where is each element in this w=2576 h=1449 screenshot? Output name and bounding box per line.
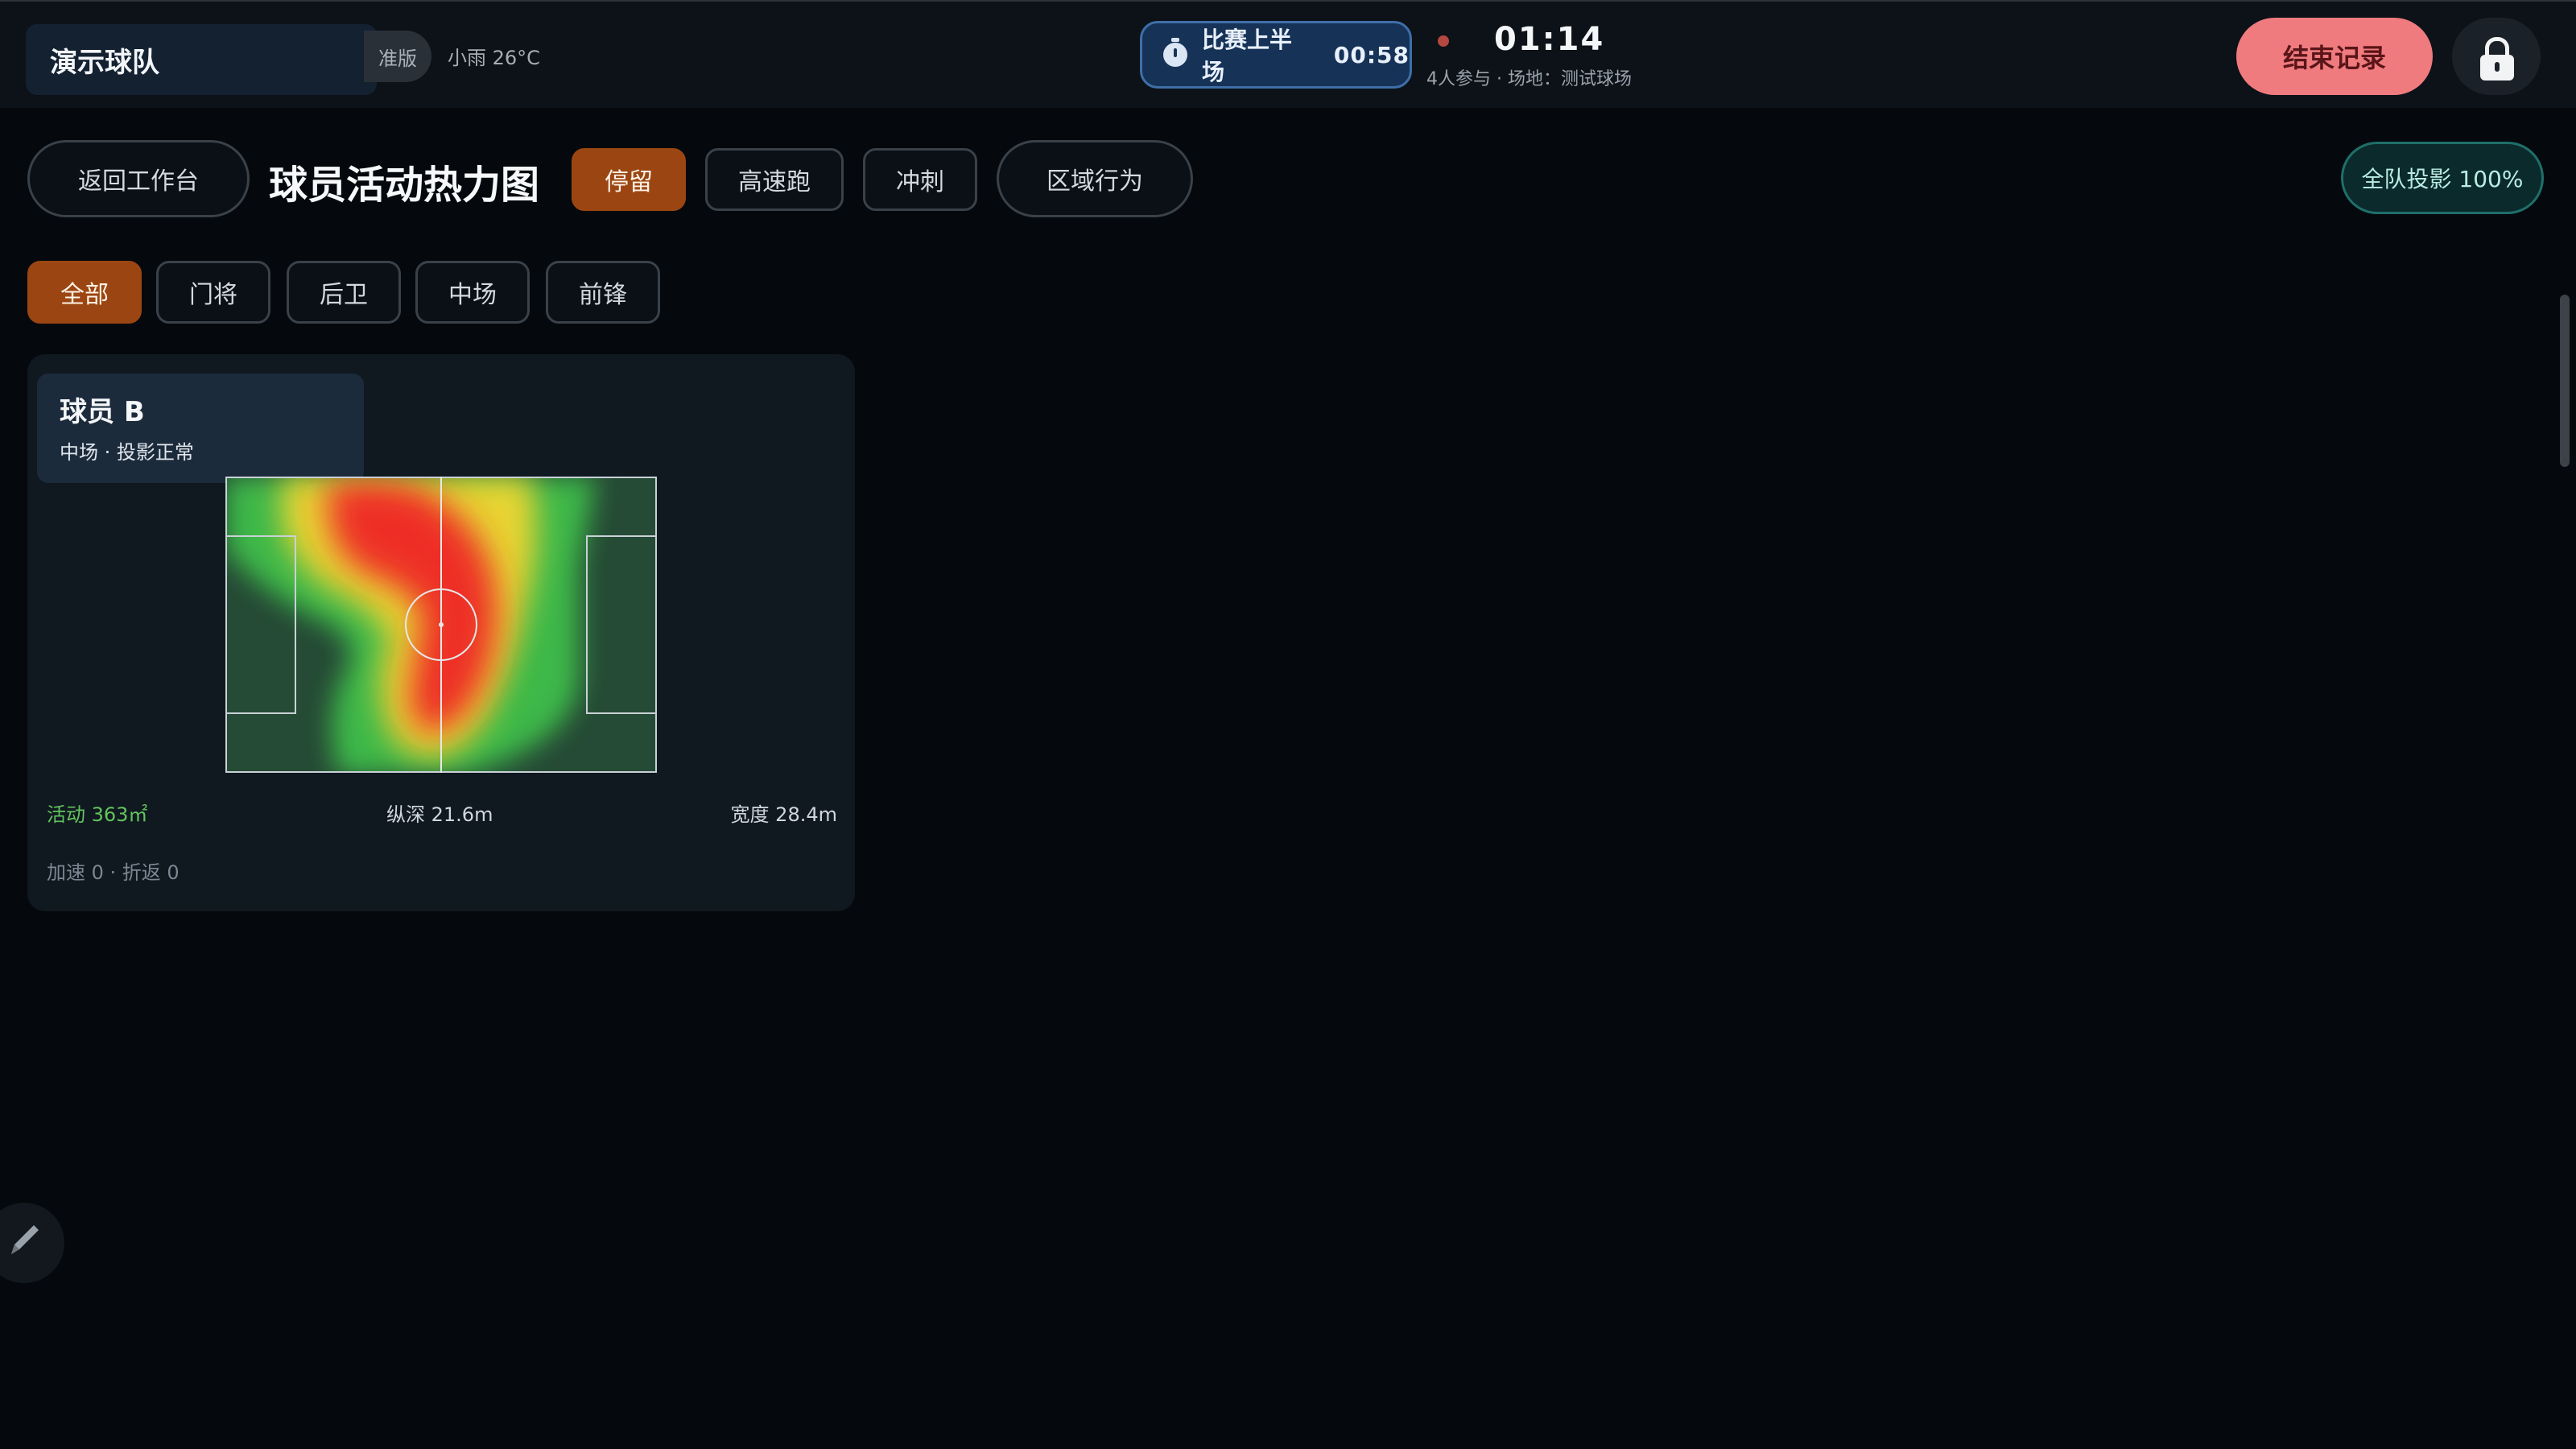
pencil-icon	[11, 1225, 39, 1254]
match-timer-value: 00:58	[1333, 41, 1410, 68]
back-to-workbench-button[interactable]: 返回工作台	[27, 140, 250, 217]
mode-tab-stay[interactable]: 停留	[572, 148, 686, 211]
team-name[interactable]: 演示球队	[26, 24, 377, 95]
filter-forward[interactable]: 前锋	[546, 261, 660, 324]
player-subtitle: 中场 · 投影正常	[60, 441, 194, 464]
lock-icon-keyhole	[2495, 62, 2500, 72]
weather-label: 小雨 26°C	[448, 47, 540, 69]
page-title: 球员活动热力图	[269, 163, 540, 208]
team-projection-button[interactable]: 全队投影 100%	[2341, 142, 2544, 214]
filter-defender[interactable]: 后卫	[287, 261, 401, 324]
activity-area-stat: 活动 363㎡	[47, 803, 148, 826]
match-timer-pill[interactable]: 比赛上半场 00:58	[1140, 21, 1412, 89]
mode-tab-zone-behavior[interactable]: 区域行为	[997, 140, 1193, 217]
vertical-scrollbar[interactable]	[2560, 295, 2570, 467]
session-info: 4人参与 · 场地：测试球场	[1426, 69, 1632, 89]
end-recording-button[interactable]: 结束记录	[2236, 18, 2433, 95]
filter-midfielder[interactable]: 中场	[415, 261, 530, 324]
mode-tab-high-speed[interactable]: 高速跑	[705, 148, 844, 211]
mode-tab-sprint[interactable]: 冲刺	[863, 148, 977, 211]
filter-all[interactable]: 全部	[27, 261, 142, 324]
stopwatch-icon	[1163, 38, 1187, 67]
lock-button[interactable]	[2452, 18, 2541, 95]
session-clock: 01:14	[1494, 21, 1605, 58]
width-stat: 宽度 28.4m	[730, 803, 837, 826]
center-spot	[439, 622, 444, 627]
player-header: 球员 B 中场 · 投影正常	[37, 374, 364, 483]
edition-badge: 准版	[364, 31, 431, 82]
depth-stat: 纵深 21.6m	[386, 803, 493, 826]
heatmap-pitch	[225, 477, 657, 773]
match-phase-label: 比赛上半场	[1201, 27, 1292, 85]
filter-goalkeeper[interactable]: 门将	[156, 261, 270, 324]
accel-turn-stat: 加速 0 · 折返 0	[47, 861, 180, 884]
top-bar: 演示球队 准版 小雨 26°C 比赛上半场 00:58 01:14 4人参与 ·…	[0, 0, 2576, 108]
recording-dot-icon	[1438, 35, 1449, 47]
player-name: 球员 B	[60, 396, 145, 428]
edit-button[interactable]	[0, 1203, 64, 1283]
player-heatmap-card[interactable]: 球员 B 中场 · 投影正常 活动 363㎡ 纵深 21.6m 宽度 28.4m…	[27, 354, 855, 911]
